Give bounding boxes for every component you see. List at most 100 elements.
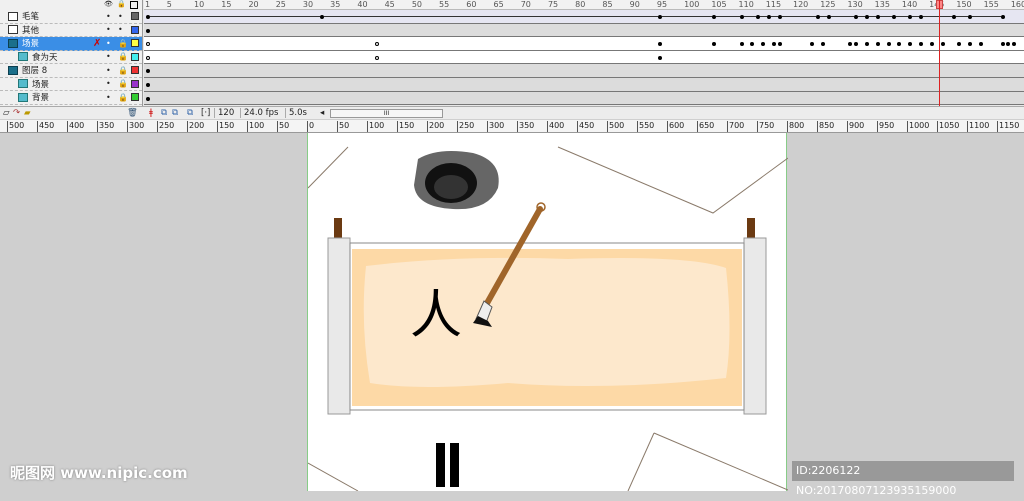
visibility-toggle[interactable]: • xyxy=(106,39,111,48)
keyframe[interactable] xyxy=(739,42,744,47)
layer-name[interactable]: 食为天 xyxy=(32,51,58,63)
layer-name[interactable]: 图层 8 xyxy=(22,64,47,76)
keyframe[interactable] xyxy=(146,83,150,87)
onion-skin-icon[interactable]: ⧉ xyxy=(161,108,167,118)
frame-row[interactable] xyxy=(144,10,1024,24)
keyframe[interactable] xyxy=(930,42,935,47)
outline-color-swatch[interactable] xyxy=(131,79,139,88)
lock-toggle[interactable]: • xyxy=(118,12,123,21)
layer-name[interactable]: 其他 xyxy=(22,24,39,36)
layer-row[interactable]: 背景 • 🔒 xyxy=(0,91,142,105)
frame-row[interactable] xyxy=(144,91,1024,106)
layer-row[interactable]: 场景 • 🔒 xyxy=(0,78,142,91)
eye-icon[interactable]: 👁 xyxy=(104,0,113,8)
keyframe[interactable] xyxy=(1000,15,1005,19)
outline-color-swatch[interactable] xyxy=(131,39,139,48)
keyframe[interactable] xyxy=(146,96,150,101)
layer-row[interactable]: 其他 • • xyxy=(0,24,142,37)
keyframe[interactable] xyxy=(712,42,717,47)
layer-row[interactable]: 图层 8 • 🔒 xyxy=(0,64,142,78)
keyframe[interactable] xyxy=(897,42,902,47)
keyframe[interactable] xyxy=(1011,42,1016,47)
lock-all-icon[interactable]: 🔒 xyxy=(117,0,126,8)
lock-toggle[interactable]: • xyxy=(118,25,123,34)
add-guide-icon[interactable]: ↷ xyxy=(13,108,20,118)
visibility-toggle[interactable]: • xyxy=(106,25,111,34)
outline-color-swatch[interactable] xyxy=(131,12,139,21)
edit-multiple-icon[interactable]: ⧉ xyxy=(187,108,193,118)
keyframe[interactable] xyxy=(853,42,858,47)
outline-color-swatch[interactable] xyxy=(131,52,139,61)
frame-row[interactable] xyxy=(144,78,1024,92)
layer-name[interactable]: 场景 xyxy=(32,78,49,90)
layer-row[interactable]: 食为天 • 🔒 xyxy=(0,51,142,64)
keyframe[interactable] xyxy=(908,42,913,47)
new-layer-icon[interactable]: ▱ xyxy=(3,108,10,118)
timeline-scrollbar[interactable]: III xyxy=(330,109,443,118)
lock-toggle[interactable]: 🔒 xyxy=(118,66,128,75)
keyframe[interactable] xyxy=(875,42,880,47)
frame-number: 135 xyxy=(874,0,890,9)
scroll-left-icon[interactable]: ◂ xyxy=(320,108,324,118)
keyframe[interactable] xyxy=(750,42,755,47)
frame-row[interactable] xyxy=(144,37,1024,51)
lock-toggle[interactable]: 🔒 xyxy=(118,93,128,102)
keyframe[interactable] xyxy=(374,42,379,47)
onion-outline-icon[interactable]: ⧉ xyxy=(172,108,178,118)
new-folder-icon[interactable]: ▰ xyxy=(24,108,31,118)
keyframe[interactable] xyxy=(374,55,379,60)
center-frame-icon[interactable]: ǂ xyxy=(149,108,153,118)
frame-rate[interactable]: 24.0 fps xyxy=(240,108,278,118)
keyframe[interactable] xyxy=(657,55,662,60)
outline-color-swatch[interactable] xyxy=(131,93,139,102)
keyframe[interactable] xyxy=(657,42,662,47)
keyframe[interactable] xyxy=(146,42,150,47)
visibility-toggle[interactable]: • xyxy=(106,52,111,61)
keyframe[interactable] xyxy=(919,42,924,47)
keyframe[interactable] xyxy=(957,42,962,47)
keyframe[interactable] xyxy=(761,42,766,47)
keyframe[interactable] xyxy=(146,69,150,74)
motion-tween xyxy=(912,16,920,17)
keyframe[interactable] xyxy=(886,42,891,47)
lock-toggle[interactable]: 🔒 xyxy=(118,52,128,61)
visibility-toggle[interactable]: • xyxy=(106,66,111,75)
outline-color-swatch[interactable] xyxy=(131,25,139,34)
layer-name[interactable]: 场景 xyxy=(22,37,39,49)
keyframe[interactable] xyxy=(146,28,150,33)
outline-icon[interactable] xyxy=(130,1,138,9)
visibility-toggle[interactable]: • xyxy=(106,93,111,102)
keyframe[interactable] xyxy=(864,42,869,47)
keyframe[interactable] xyxy=(979,42,984,47)
keyframe[interactable] xyxy=(772,42,777,47)
keyframe[interactable] xyxy=(941,42,946,47)
onion-markers-icon[interactable]: [·] xyxy=(201,108,210,118)
frame-ruler[interactable]: 1 5 10 15 20 25 30 35 40 45 50 55 60 65 70 75 80 85 90 95 10… xyxy=(144,0,1024,10)
layer-row[interactable]: 场景 ✗ • 🔒 xyxy=(0,37,142,51)
layer-row[interactable]: 毛笔 • • xyxy=(0,10,142,24)
keyframe[interactable] xyxy=(777,42,782,47)
visibility-toggle[interactable]: • xyxy=(106,79,111,88)
keyframe[interactable] xyxy=(1006,42,1011,47)
keyframe[interactable] xyxy=(968,42,973,47)
delete-layer-icon[interactable]: 🗑 xyxy=(127,108,138,118)
keyframe[interactable] xyxy=(146,55,150,60)
frame-row[interactable] xyxy=(144,64,1024,78)
visibility-toggle[interactable]: • xyxy=(106,12,111,21)
frame-row[interactable] xyxy=(144,50,1024,65)
stage-canvas[interactable]: 人 xyxy=(307,133,789,492)
layer-name[interactable]: 背景 xyxy=(32,91,49,103)
frame-grid[interactable]: 1 5 10 15 20 25 30 35 40 45 50 55 60 65 70 75 80 85 90 95 10… xyxy=(144,0,1024,106)
frame-number: 110 xyxy=(738,0,754,9)
keyframe[interactable] xyxy=(1000,42,1005,47)
frame-row[interactable] xyxy=(144,23,1024,38)
keyframe[interactable] xyxy=(810,42,815,47)
outline-color-swatch[interactable] xyxy=(131,66,139,75)
playhead[interactable] xyxy=(939,0,940,106)
keyframe[interactable] xyxy=(821,42,826,47)
lock-toggle[interactable]: 🔒 xyxy=(118,79,128,88)
layer-name[interactable]: 毛笔 xyxy=(22,10,39,22)
keyframe[interactable] xyxy=(848,42,853,47)
ruler-tick: 100 xyxy=(367,121,385,132)
lock-toggle[interactable]: 🔒 xyxy=(118,39,128,48)
